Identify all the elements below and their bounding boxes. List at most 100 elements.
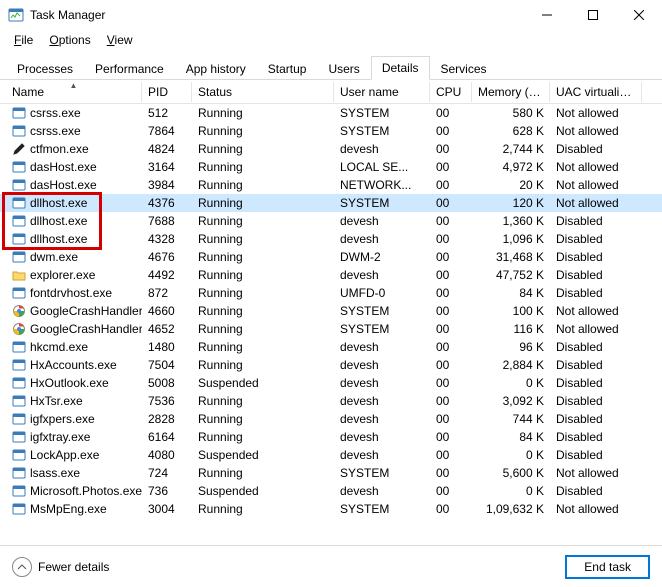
process-user: devesh <box>334 139 430 159</box>
process-list[interactable]: csrss.exe512RunningSYSTEM00580 KNot allo… <box>0 104 662 558</box>
column-pid[interactable]: PID <box>142 82 192 102</box>
table-row[interactable]: explorer.exe4492Runningdevesh0047,752 KD… <box>0 266 662 284</box>
process-cpu: 00 <box>430 265 472 285</box>
process-name: dllhost.exe <box>30 214 87 228</box>
chevron-up-icon <box>12 557 32 577</box>
menu-view[interactable]: View <box>101 32 139 48</box>
process-pid: 7504 <box>142 355 192 375</box>
process-name: lsass.exe <box>30 466 80 480</box>
tab-startup[interactable]: Startup <box>257 57 318 80</box>
tab-users[interactable]: Users <box>317 57 370 80</box>
process-user: devesh <box>334 337 430 357</box>
process-memory: 0 K <box>472 445 550 465</box>
table-row[interactable]: dasHost.exe3984RunningNETWORK...0020 KNo… <box>0 176 662 194</box>
column-uac[interactable]: UAC virtualizat... <box>550 82 642 102</box>
process-uac: Not allowed <box>550 121 642 141</box>
end-task-button[interactable]: End task <box>565 555 650 579</box>
process-uac: Disabled <box>550 355 642 375</box>
menu-options[interactable]: Options <box>43 32 96 48</box>
table-row[interactable]: HxOutlook.exe5008Suspendeddevesh000 KDis… <box>0 374 662 392</box>
table-row[interactable]: fontdrvhost.exe872RunningUMFD-00084 KDis… <box>0 284 662 302</box>
process-user: UMFD-0 <box>334 283 430 303</box>
process-pid: 724 <box>142 463 192 483</box>
process-uac: Not allowed <box>550 157 642 177</box>
process-status: Running <box>192 211 334 231</box>
process-memory: 0 K <box>472 481 550 501</box>
table-row[interactable]: csrss.exe512RunningSYSTEM00580 KNot allo… <box>0 104 662 122</box>
process-memory: 744 K <box>472 409 550 429</box>
process-memory: 1,096 K <box>472 229 550 249</box>
process-cpu: 00 <box>430 373 472 393</box>
process-name: dllhost.exe <box>30 232 87 246</box>
minimize-button[interactable] <box>524 0 570 30</box>
table-row[interactable]: igfxtray.exe6164Runningdevesh0084 KDisab… <box>0 428 662 446</box>
tabbar: ProcessesPerformanceApp historyStartupUs… <box>0 50 662 80</box>
process-user: LOCAL SE... <box>334 157 430 177</box>
process-status: Running <box>192 337 334 357</box>
tab-processes[interactable]: Processes <box>6 57 84 80</box>
process-memory: 3,092 K <box>472 391 550 411</box>
process-cpu: 00 <box>430 283 472 303</box>
table-row[interactable]: igfxpers.exe2828Runningdevesh00744 KDisa… <box>0 410 662 428</box>
process-status: Running <box>192 355 334 375</box>
table-row[interactable]: dasHost.exe3164RunningLOCAL SE...004,972… <box>0 158 662 176</box>
column-status[interactable]: Status <box>192 82 334 102</box>
process-name: dllhost.exe <box>30 196 87 210</box>
table-row[interactable]: lsass.exe724RunningSYSTEM005,600 KNot al… <box>0 464 662 482</box>
process-name: dasHost.exe <box>30 160 97 174</box>
process-status: Running <box>192 391 334 411</box>
table-row[interactable]: MsMpEng.exe3004RunningSYSTEM001,09,632 K… <box>0 500 662 518</box>
process-uac: Disabled <box>550 481 642 501</box>
table-row[interactable]: dwm.exe4676RunningDWM-20031,468 KDisable… <box>0 248 662 266</box>
column-user[interactable]: User name <box>334 82 430 102</box>
process-uac: Disabled <box>550 427 642 447</box>
table-row[interactable]: HxAccounts.exe7504Runningdevesh002,884 K… <box>0 356 662 374</box>
process-name: HxTsr.exe <box>30 394 83 408</box>
maximize-button[interactable] <box>570 0 616 30</box>
table-row[interactable]: hkcmd.exe1480Runningdevesh0096 KDisabled <box>0 338 662 356</box>
tab-details[interactable]: Details <box>371 56 430 80</box>
process-icon <box>12 376 26 390</box>
process-icon <box>12 178 26 192</box>
table-row[interactable]: Microsoft.Photos.exe736Suspendeddevesh00… <box>0 482 662 500</box>
process-user: devesh <box>334 211 430 231</box>
table-row[interactable]: dllhost.exe4328Runningdevesh001,096 KDis… <box>0 230 662 248</box>
close-button[interactable] <box>616 0 662 30</box>
table-row[interactable]: GoogleCrashHandler...4652RunningSYSTEM00… <box>0 320 662 338</box>
column-name[interactable]: ▲ Name <box>6 82 142 102</box>
process-icon <box>12 142 26 156</box>
tab-app-history[interactable]: App history <box>175 57 257 80</box>
tab-performance[interactable]: Performance <box>84 57 175 80</box>
table-row[interactable]: dllhost.exe7688Runningdevesh001,360 KDis… <box>0 212 662 230</box>
column-memory[interactable]: Memory (a... <box>472 82 550 102</box>
process-name: explorer.exe <box>30 268 95 282</box>
process-memory: 2,884 K <box>472 355 550 375</box>
table-row[interactable]: ctfmon.exe4824Runningdevesh002,744 KDisa… <box>0 140 662 158</box>
process-status: Running <box>192 157 334 177</box>
table-row[interactable]: dllhost.exe4376RunningSYSTEM00120 KNot a… <box>0 194 662 212</box>
process-pid: 4824 <box>142 139 192 159</box>
column-cpu[interactable]: CPU <box>430 82 472 102</box>
process-status: Running <box>192 283 334 303</box>
table-row[interactable]: csrss.exe7864RunningSYSTEM00628 KNot all… <box>0 122 662 140</box>
process-pid: 4492 <box>142 265 192 285</box>
tab-services[interactable]: Services <box>430 57 498 80</box>
table-row[interactable]: GoogleCrashHandler...4660RunningSYSTEM00… <box>0 302 662 320</box>
process-user: devesh <box>334 409 430 429</box>
process-status: Running <box>192 499 334 519</box>
process-cpu: 00 <box>430 139 472 159</box>
fewer-details-button[interactable]: Fewer details <box>12 557 109 577</box>
process-memory: 96 K <box>472 337 550 357</box>
process-status: Running <box>192 427 334 447</box>
process-cpu: 00 <box>430 157 472 177</box>
process-user: SYSTEM <box>334 499 430 519</box>
menu-file[interactable]: File <box>8 32 39 48</box>
process-cpu: 00 <box>430 445 472 465</box>
process-memory: 628 K <box>472 121 550 141</box>
table-row[interactable]: LockApp.exe4080Suspendeddevesh000 KDisab… <box>0 446 662 464</box>
process-name: HxOutlook.exe <box>30 376 109 390</box>
table-row[interactable]: HxTsr.exe7536Runningdevesh003,092 KDisab… <box>0 392 662 410</box>
process-memory: 0 K <box>472 373 550 393</box>
process-memory: 84 K <box>472 283 550 303</box>
process-uac: Not allowed <box>550 499 642 519</box>
